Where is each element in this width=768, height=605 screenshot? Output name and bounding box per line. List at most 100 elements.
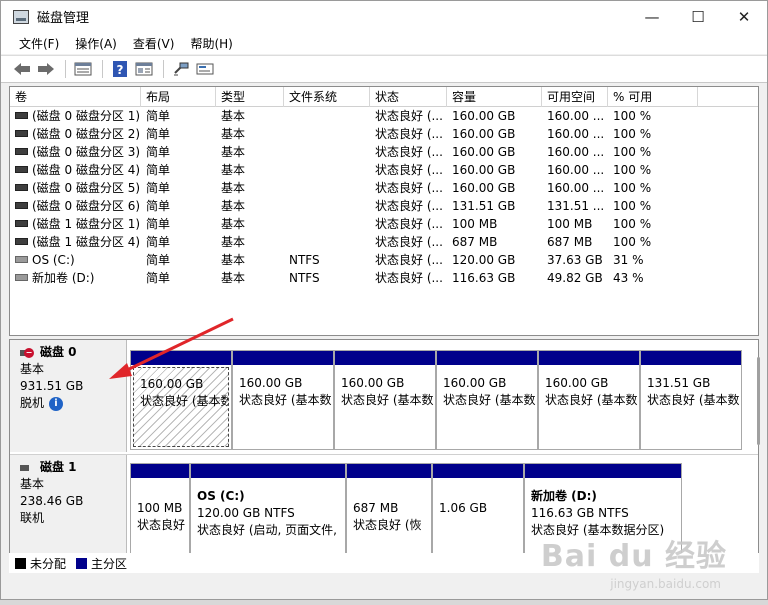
column-header-capacity[interactable]: 容量 <box>447 87 542 107</box>
toolbar-separator <box>102 60 103 78</box>
cell-filesystem <box>284 143 370 161</box>
cell-text: 状态良好 (... <box>375 217 443 231</box>
column-header-status[interactable]: 状态 <box>370 87 447 107</box>
connect-icon[interactable] <box>170 58 192 80</box>
volume-row[interactable]: (磁盘 1 磁盘分区 4) 简单 基本 状态良好 (... 687 MB 687 MB 10… <box>10 233 758 251</box>
cell-layout: 简单 <box>141 197 216 215</box>
volume-row[interactable]: (磁盘 0 磁盘分区 6) 简单 基本 状态良好 (... 131.51 GB 131.5… <box>10 197 758 215</box>
partition-size: 116.63 GB NTFS <box>531 506 629 520</box>
cell-filesystem <box>284 161 370 179</box>
volume-row[interactable]: (磁盘 0 磁盘分区 5) 简单 基本 状态良好 (... 160.00 GB 160.0… <box>10 179 758 197</box>
partition-size: 160.00 GB <box>239 376 303 390</box>
volume-icon <box>15 112 28 119</box>
cell-text: 简单 <box>146 271 171 285</box>
cell-text: 状态良好 (... <box>375 253 443 267</box>
volume-icon <box>15 184 28 191</box>
volume-row[interactable]: 新加卷 (D:) 简单 基本 NTFS 状态良好 (... 116.63 GB 49.82 … <box>10 269 758 287</box>
disk-0-info[interactable]: − 磁盘 0 基本 931.51 GB 脱机 i <box>10 340 127 452</box>
column-header-volume[interactable]: 卷 <box>10 87 141 107</box>
menu-view[interactable]: 查看(V) <box>125 35 183 52</box>
disk-icon[interactable] <box>194 58 216 80</box>
cell-type: 基本 <box>216 179 284 197</box>
disk-0-partition[interactable]: 160.00 GB 状态良好 (基本数 <box>538 350 640 450</box>
cell-type: 基本 <box>216 233 284 251</box>
cell-type: 基本 <box>216 107 284 125</box>
cell-text: 基本 <box>221 181 246 195</box>
cell-filesystem <box>284 197 370 215</box>
cell-capacity: 131.51 GB <box>447 197 542 215</box>
info-icon[interactable]: i <box>49 396 64 411</box>
cell-free-space: 160.00 ... <box>542 107 608 125</box>
cell-free-space: 160.00 ... <box>542 125 608 143</box>
menu-file[interactable]: 文件(F) <box>11 35 67 52</box>
volume-icon <box>15 202 28 209</box>
disk-1-partition[interactable]: 1.06 GB <box>432 463 524 555</box>
cell-layout: 简单 <box>141 179 216 197</box>
back-arrow-icon[interactable] <box>11 58 33 80</box>
minimize-button[interactable]: — <box>629 1 675 32</box>
volume-row[interactable]: (磁盘 0 磁盘分区 4) 简单 基本 状态良好 (... 160.00 GB 160.0… <box>10 161 758 179</box>
volume-row[interactable]: OS (C:) 简单 基本 NTFS 状态良好 (... 120.00 GB 37.63 G… <box>10 251 758 269</box>
cell-percent-free: 43 % <box>608 269 698 287</box>
cell-free-space: 160.00 ... <box>542 179 608 197</box>
primary-partition-bar <box>433 464 523 478</box>
column-header-free-space[interactable]: 可用空间 <box>542 87 608 107</box>
column-header-type[interactable]: 类型 <box>216 87 284 107</box>
disk-0-partition[interactable]: 160.00 GB 状态良好 (基本数 <box>334 350 436 450</box>
vertical-scrollbar-thumb[interactable] <box>757 357 760 445</box>
volume-icon <box>15 220 28 227</box>
disk-1-partition-os-c[interactable]: OS (C:) 120.00 GB NTFS 状态良好 (启动, 页面文件, <box>190 463 346 555</box>
disk-0-partition[interactable]: 160.00 GB 状态良好 (基本数 <box>436 350 538 450</box>
close-button[interactable]: ✕ <box>721 1 767 32</box>
cell-free-space: 131.51 ... <box>542 197 608 215</box>
cell-status: 状态良好 (... <box>370 197 447 215</box>
disk-1-partition[interactable]: 687 MB 状态良好 (恢 <box>346 463 432 555</box>
disk-0-row[interactable]: − 磁盘 0 基本 931.51 GB 脱机 i 160.00 GB 状态良好 (基… <box>10 340 758 452</box>
cell-percent-free: 100 % <box>608 197 698 215</box>
partition-body: 160.00 GB 状态良好 (基本数 <box>539 365 639 409</box>
forward-arrow-icon[interactable] <box>35 58 57 80</box>
disk-0-size: 931.51 GB <box>20 379 84 393</box>
cell-text: (磁盘 0 磁盘分区 3) <box>32 145 141 159</box>
disk-1-partition[interactable]: 100 MB 状态良好 <box>130 463 190 555</box>
partition-body: 新加卷 (D:) 116.63 GB NTFS 状态良好 (基本数据分区) <box>525 478 681 539</box>
cell-text: 160.00 GB <box>452 109 516 123</box>
menu-action[interactable]: 操作(A) <box>67 35 125 52</box>
properties-icon[interactable] <box>133 58 155 80</box>
volume-row[interactable]: (磁盘 0 磁盘分区 1) 简单 基本 状态良好 (... 160.00 GB 160.0… <box>10 107 758 125</box>
volume-row[interactable]: (磁盘 0 磁盘分区 2) 简单 基本 状态良好 (... 160.00 GB 160.0… <box>10 125 758 143</box>
menu-help[interactable]: 帮助(H) <box>182 35 240 52</box>
cell-status: 状态良好 (... <box>370 125 447 143</box>
help-icon[interactable]: ? <box>109 58 131 80</box>
legend-primary: 主分区 <box>76 555 127 572</box>
disk-offline-icon: − <box>20 348 34 358</box>
partition-name: 新加卷 (D:) <box>531 489 597 503</box>
cell-text: 31 % <box>613 253 644 267</box>
cell-free-space: 37.63 GB <box>542 251 608 269</box>
cell-text: 简单 <box>146 199 171 213</box>
cell-layout: 简单 <box>141 251 216 269</box>
cell-text: 状态良好 (... <box>375 127 443 141</box>
disk-0-partition[interactable]: 131.51 GB 状态良好 (基本数 <box>640 350 742 450</box>
column-header-filesystem[interactable]: 文件系统 <box>284 87 370 107</box>
partition-size: 120.00 GB NTFS <box>197 506 295 520</box>
volume-row[interactable]: (磁盘 1 磁盘分区 1) 简单 基本 状态良好 (... 100 MB 100 MB 10… <box>10 215 758 233</box>
cell-type: 基本 <box>216 197 284 215</box>
maximize-button[interactable]: ☐ <box>675 1 721 32</box>
title-bar: 磁盘管理 — ☐ ✕ <box>1 1 767 32</box>
cell-text: (磁盘 1 磁盘分区 4) <box>32 235 141 249</box>
list-view-icon[interactable] <box>72 58 94 80</box>
cell-text: 简单 <box>146 163 171 177</box>
cell-volume: OS (C:) <box>10 251 141 269</box>
column-header-percent-free[interactable]: % 可用 <box>608 87 698 107</box>
disk-0-partition[interactable]: 160.00 GB 状态良好 (基本数 <box>232 350 334 450</box>
disk-1-info[interactable]: 磁盘 1 基本 238.46 GB 联机 <box>10 455 127 554</box>
cell-free-space: 160.00 ... <box>542 143 608 161</box>
window-controls: — ☐ ✕ <box>629 1 767 32</box>
column-header-layout[interactable]: 布局 <box>141 87 216 107</box>
cell-layout: 简单 <box>141 233 216 251</box>
volume-row[interactable]: (磁盘 0 磁盘分区 3) 简单 基本 状态良好 (... 160.00 GB 160.0… <box>10 143 758 161</box>
disk-0-partition[interactable]: 160.00 GB 状态良好 (基本数 <box>130 350 232 450</box>
cell-volume: (磁盘 0 磁盘分区 4) <box>10 161 141 179</box>
cell-volume: (磁盘 0 磁盘分区 5) <box>10 179 141 197</box>
